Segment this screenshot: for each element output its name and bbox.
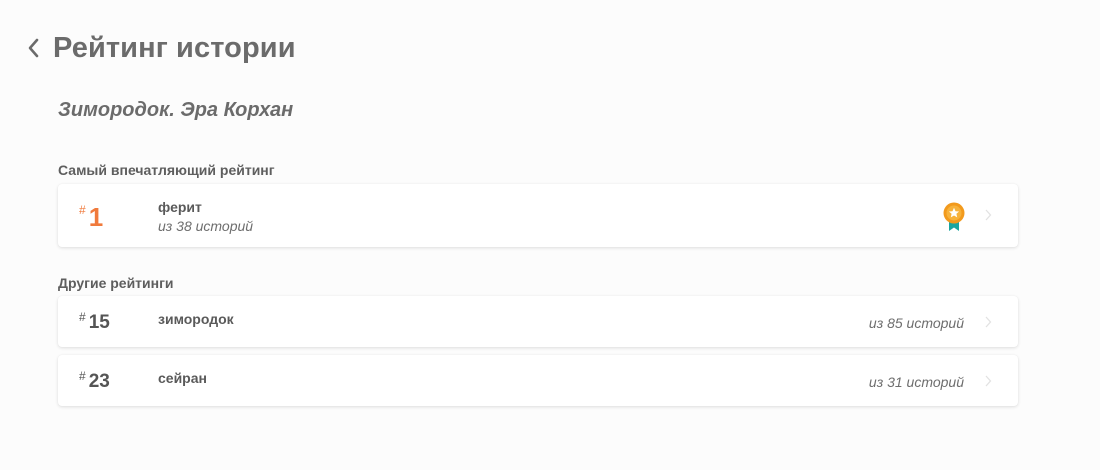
top-rating-card[interactable]: # 1 ферит из 38 историй <box>58 184 1018 247</box>
story-count: из 31 историй <box>868 374 964 390</box>
chevron-left-icon <box>28 38 39 58</box>
chevron-right-icon <box>985 209 992 221</box>
other-ratings-section-label: Другие рейтинги <box>58 275 174 291</box>
story-count: из 38 историй <box>158 218 254 234</box>
story-count: из 85 историй <box>868 315 964 331</box>
page-header: Рейтинг истории <box>24 28 296 68</box>
rank: # 15 <box>79 310 110 332</box>
back-button[interactable] <box>24 36 42 60</box>
character-name: сейран <box>158 370 207 386</box>
character-name: ферит <box>158 199 202 215</box>
story-title: Зимородок. Эра Корхан <box>58 99 294 121</box>
medal-icon <box>943 202 965 231</box>
rank-number: 23 <box>88 371 110 392</box>
rank: # 1 <box>79 204 103 230</box>
rating-card[interactable]: # 23 сейран из 31 историй <box>58 355 1018 406</box>
rank-number: 15 <box>88 312 110 333</box>
rating-card[interactable]: # 15 зимородок из 85 историй <box>58 296 1018 347</box>
character-name: зимородок <box>158 311 234 327</box>
top-rating-section-label: Самый впечатляющий рейтинг <box>58 162 275 178</box>
chevron-right-icon <box>985 316 992 328</box>
rank-hash: # <box>79 203 86 217</box>
rank: # 23 <box>79 369 110 391</box>
rank-hash: # <box>79 369 86 383</box>
rank-number: 1 <box>88 202 104 232</box>
page-title: Рейтинг истории <box>53 31 296 64</box>
rank-hash: # <box>79 310 86 324</box>
story-rating-page: Рейтинг истории Зимородок. Эра Корхан Са… <box>0 0 1100 470</box>
chevron-right-icon <box>985 375 992 387</box>
